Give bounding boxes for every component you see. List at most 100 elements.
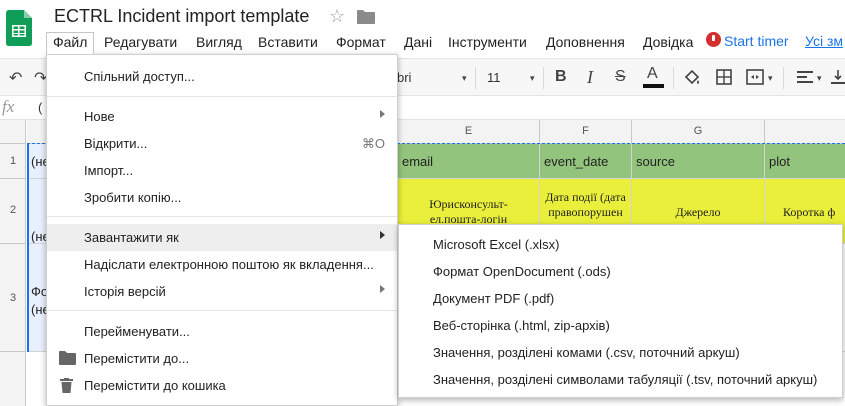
menu-item-version-history[interactable]: Історія версій	[47, 278, 397, 305]
menu-help[interactable]: Довідка	[637, 32, 699, 54]
submenu-arrow-icon	[380, 285, 385, 293]
menu-item-label: Завантажити як	[84, 230, 179, 245]
row-header-2[interactable]: 2	[0, 179, 26, 244]
cell-text: event_date	[544, 154, 609, 169]
menu-item-label: Значення, розділені комами (.csv, поточн…	[433, 345, 740, 360]
row-header-4[interactable]	[0, 352, 26, 406]
formula-input[interactable]: (	[38, 100, 42, 115]
menu-item-label: Microsoft Excel (.xlsx)	[433, 237, 560, 252]
vertical-align-icon[interactable]	[831, 70, 845, 84]
download-csv[interactable]: Значення, розділені комами (.csv, поточн…	[399, 339, 842, 366]
menu-item-rename[interactable]: Перейменувати...	[47, 318, 397, 345]
align-left-icon[interactable]	[797, 70, 813, 84]
submenu-arrow-icon	[380, 231, 385, 239]
chevron-down-icon[interactable]: ▾	[768, 73, 773, 84]
sheets-logo-icon[interactable]	[6, 10, 32, 46]
menu-item-label: Спільний доступ...	[84, 69, 195, 84]
folder-icon[interactable]	[357, 10, 375, 24]
column-header-e[interactable]: E	[398, 120, 540, 144]
menu-tools[interactable]: Інструменти	[442, 32, 533, 54]
folder-icon	[59, 351, 76, 365]
file-menu: Спільний доступ... Нове Відкрити... ⌘O Ім…	[46, 54, 398, 406]
strikethrough-button[interactable]: S	[615, 68, 626, 86]
menu-addons[interactable]: Доповнення	[540, 32, 631, 54]
download-html[interactable]: Веб-сторінка (.html, zip-архів)	[399, 312, 842, 339]
menu-file[interactable]: Файл	[46, 32, 95, 54]
menu-item-move-to-trash[interactable]: Перемістити до кошика	[47, 372, 397, 399]
star-icon[interactable]: ☆	[329, 6, 345, 27]
bold-button[interactable]: B	[555, 68, 567, 86]
download-tsv[interactable]: Значення, розділені символами табуляції …	[399, 366, 842, 393]
menu-item-email-attachment[interactable]: Надіслати електронною поштою як вкладенн…	[47, 251, 397, 278]
menu-item-label: Зробити копію...	[84, 190, 182, 205]
cell-f1[interactable]: event_date	[540, 144, 632, 179]
menu-view[interactable]: Вигляд	[190, 32, 248, 54]
italic-button[interactable]: I	[587, 67, 593, 88]
column-header-f[interactable]: F	[540, 120, 632, 144]
chevron-down-icon[interactable]: ▾	[462, 73, 467, 84]
row-number: 2	[9, 204, 17, 216]
selection-border	[27, 144, 29, 352]
undo-icon[interactable]: ↶	[9, 68, 22, 88]
start-timer-label: Start timer	[724, 33, 789, 49]
menu-data[interactable]: Дані	[398, 32, 438, 54]
cell-h1[interactable]: plot	[765, 144, 845, 179]
row-header-3[interactable]: 3	[0, 244, 26, 352]
menu-separator	[47, 310, 397, 311]
menu-edit[interactable]: Редагувати	[98, 32, 183, 54]
fx-icon: fx	[2, 97, 15, 116]
toolbar-divider	[673, 67, 674, 89]
document-title[interactable]: ECTRL Incident import template	[54, 6, 309, 27]
download-pdf[interactable]: Документ PDF (.pdf)	[399, 285, 842, 312]
menu-format[interactable]: Формат	[330, 32, 392, 54]
menu-item-label: Формат OpenDocument (.ods)	[433, 264, 611, 279]
row-number: 3	[9, 292, 17, 304]
cell-text: Джерело	[675, 205, 721, 219]
chevron-down-icon[interactable]: ▾	[817, 73, 822, 84]
text-color-button[interactable]: A	[647, 65, 658, 83]
cell-text: email	[402, 154, 434, 169]
trash-icon	[60, 378, 73, 393]
menu-item-open[interactable]: Відкрити... ⌘O	[47, 130, 397, 157]
font-family-select[interactable]: bri	[397, 70, 411, 85]
cell-e1[interactable]: email	[398, 144, 540, 179]
power-icon	[706, 32, 721, 47]
submenu-arrow-icon	[380, 110, 385, 118]
row-header-1[interactable]: 1	[0, 144, 26, 179]
menu-item-label: Надіслати електронною поштою як вкладенн…	[84, 257, 374, 272]
fill-color-icon[interactable]	[683, 69, 701, 87]
menu-item-label: Значення, розділені символами табуляції …	[433, 372, 818, 387]
menu-item-move-to[interactable]: Перемістити до...	[47, 345, 397, 372]
menu-insert[interactable]: Вставити	[252, 32, 324, 54]
download-as-submenu: Microsoft Excel (.xlsx) Формат OpenDocum…	[398, 224, 843, 398]
select-all-corner[interactable]	[0, 120, 26, 144]
menu-item-make-copy[interactable]: Зробити копію...	[47, 184, 397, 211]
menu-item-label: Відкрити...	[84, 136, 148, 151]
menu-item-label: Перемістити до...	[84, 351, 190, 366]
menu-separator	[47, 96, 397, 97]
borders-icon[interactable]	[716, 69, 732, 85]
cell-text: Юрисконсульт-	[429, 197, 508, 211]
font-size-select[interactable]: 11	[487, 70, 501, 85]
download-xlsx[interactable]: Microsoft Excel (.xlsx)	[399, 231, 842, 258]
text-color-indicator	[643, 84, 664, 88]
menu-item-label: Веб-сторінка (.html, zip-архів)	[433, 318, 610, 333]
chevron-down-icon[interactable]: ▾	[530, 73, 535, 84]
menu-item-share[interactable]: Спільний доступ...	[47, 63, 397, 90]
merge-cells-icon[interactable]	[746, 69, 764, 85]
menu-item-new[interactable]: Нове	[47, 103, 397, 130]
menu-item-label: Імпорт...	[84, 163, 134, 178]
shortcut-label: ⌘O	[361, 136, 385, 151]
row-number: 1	[9, 155, 17, 167]
menu-item-download-as[interactable]: Завантажити як	[47, 224, 397, 251]
column-header-g[interactable]: G	[632, 120, 765, 144]
all-changes-saved-link[interactable]: Усі зм	[805, 33, 843, 49]
cell-text: правопорушен	[548, 205, 623, 219]
cell-g1[interactable]: source	[632, 144, 765, 179]
toolbar-divider	[475, 67, 476, 89]
menu-item-import[interactable]: Імпорт...	[47, 157, 397, 184]
column-header-h[interactable]	[765, 120, 845, 144]
download-ods[interactable]: Формат OpenDocument (.ods)	[399, 258, 842, 285]
menu-item-label: Документ PDF (.pdf)	[433, 291, 555, 306]
toolbar-divider	[783, 67, 784, 89]
